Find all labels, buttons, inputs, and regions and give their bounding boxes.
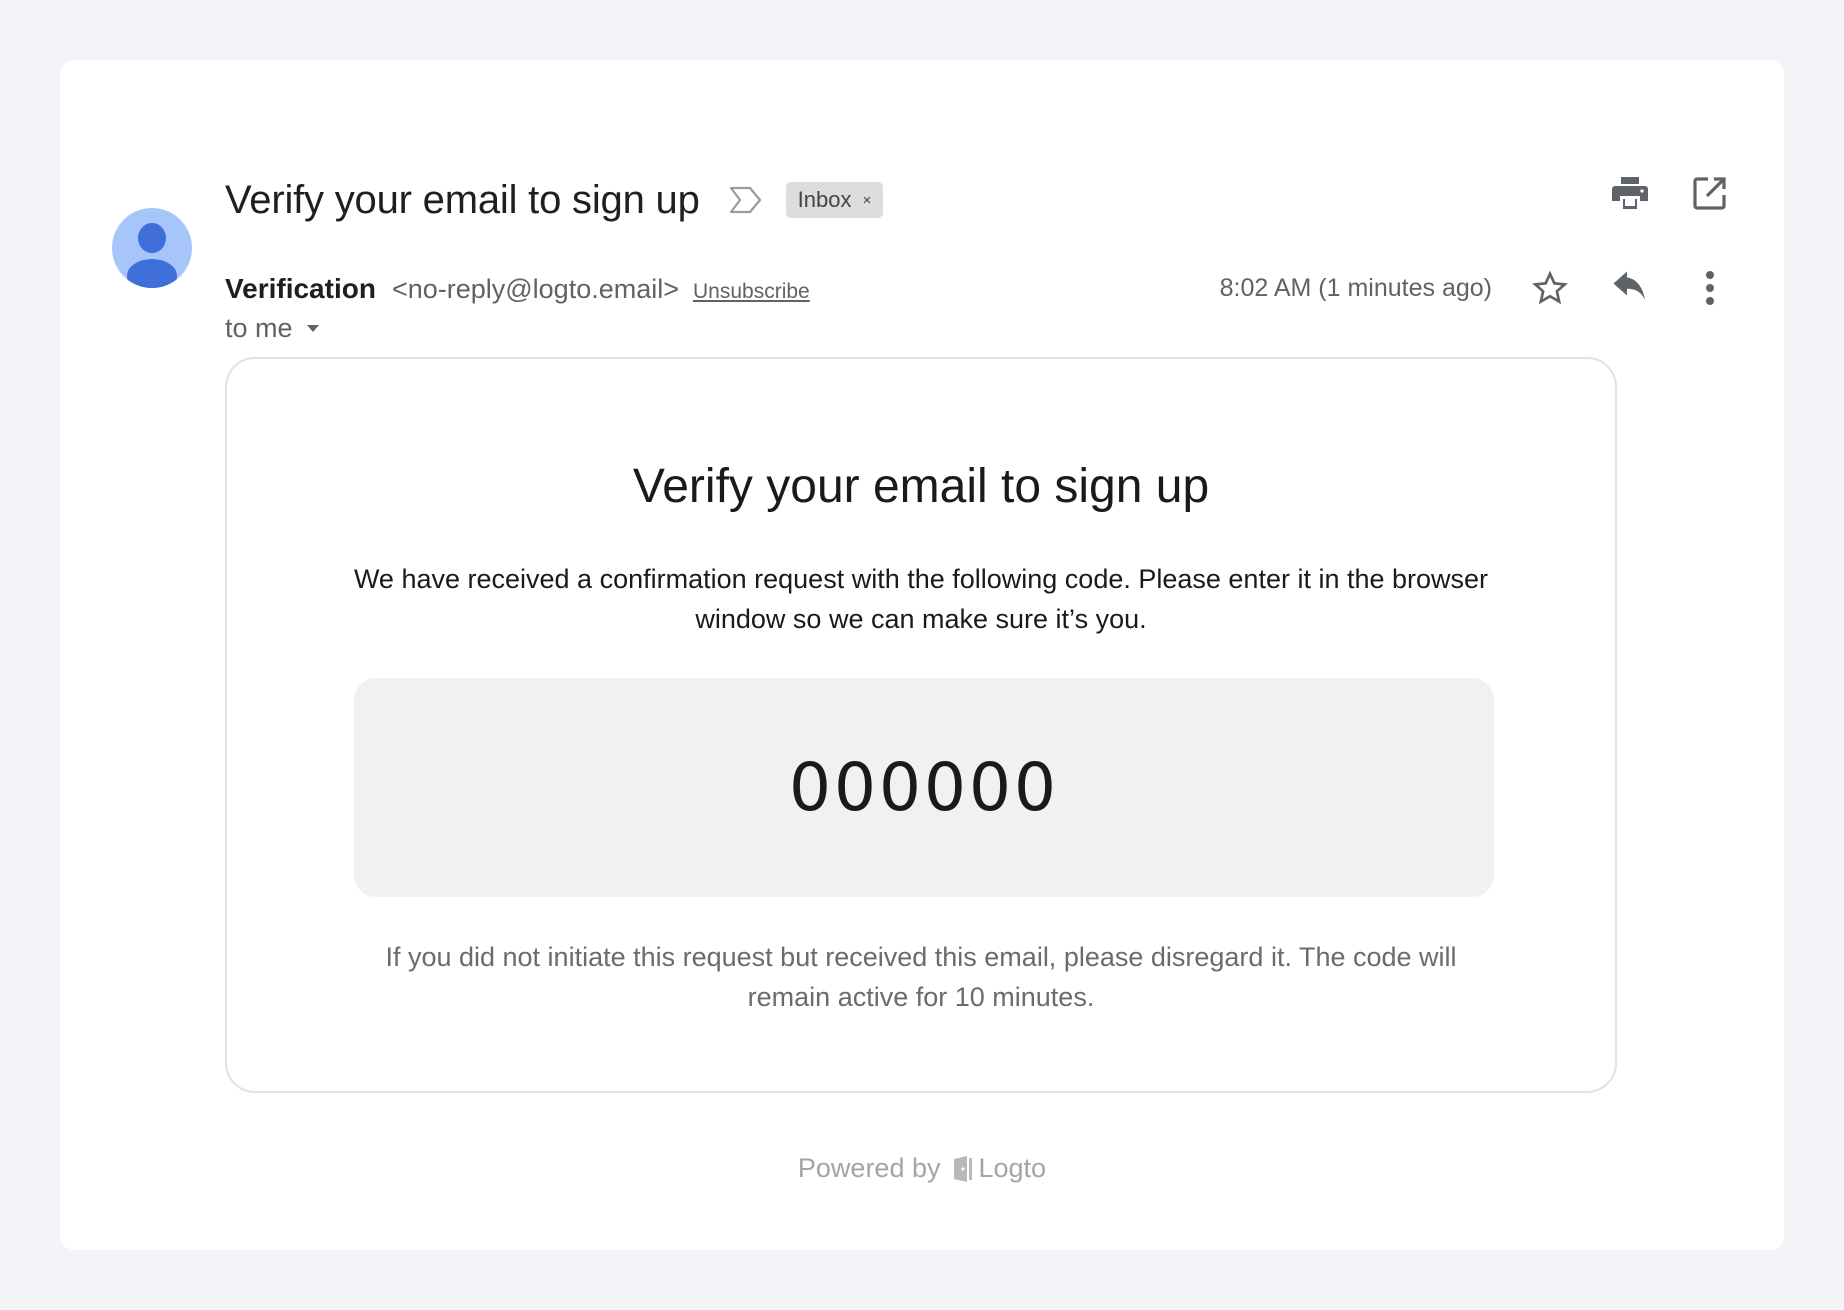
- inbox-label-chip: Inbox ×: [785, 182, 884, 218]
- chevron-down-icon: [306, 325, 319, 332]
- verification-code: 000000: [789, 749, 1059, 826]
- logto-brand[interactable]: Logto: [953, 1153, 1047, 1184]
- brand-name: Logto: [978, 1153, 1047, 1183]
- open-in-new-window-icon: [1693, 177, 1726, 210]
- timestamp: 8:02 AM (1 minutes ago): [1219, 273, 1492, 302]
- email-subject: Verify your email to sign up: [225, 177, 700, 222]
- verification-code-box: 000000: [354, 678, 1494, 897]
- sender-name: Verification: [225, 273, 376, 304]
- subject-row: Verify your email to sign up Inbox ×: [225, 168, 884, 232]
- print-icon: [1612, 177, 1648, 209]
- star-button[interactable]: [1532, 270, 1568, 306]
- top-toolbar: [1612, 175, 1728, 211]
- reply-icon: [1613, 271, 1645, 300]
- unsubscribe-link[interactable]: Unsubscribe: [693, 280, 810, 304]
- recipient-details-toggle[interactable]: to me: [225, 313, 319, 344]
- body-paragraph: We have received a confirmation request …: [353, 564, 1489, 634]
- label-text: Inbox: [797, 187, 852, 212]
- print-button[interactable]: [1612, 175, 1648, 211]
- more-options-button[interactable]: [1692, 270, 1728, 306]
- person-avatar-icon: [127, 223, 177, 288]
- email-body-card: Verify your email to sign up We have rec…: [225, 357, 1617, 1093]
- importance-marker-icon[interactable]: [728, 185, 764, 215]
- recipient-text: to me: [225, 313, 293, 343]
- reply-button[interactable]: [1612, 270, 1648, 306]
- more-vertical-icon: [1706, 271, 1714, 305]
- open-in-new-window-button[interactable]: [1692, 175, 1728, 211]
- disclaimer-text: If you did not initiate this request but…: [385, 942, 1457, 1012]
- star-icon: [1532, 270, 1568, 305]
- body-title: Verify your email to sign up: [632, 460, 1210, 513]
- sender-avatar[interactable]: [112, 208, 192, 288]
- powered-by-text: Powered by: [797, 1153, 941, 1183]
- remove-label-button[interactable]: ×: [862, 192, 871, 209]
- sender-email: <no-reply@logto.email>: [391, 274, 679, 304]
- sender-line: Verification <no-reply@logto.email> Unsu…: [225, 273, 810, 305]
- logto-logo-icon: [953, 1155, 972, 1182]
- message-meta: 8:02 AM (1 minutes ago): [1220, 270, 1728, 306]
- powered-by-footer: Powered by Logto: [60, 1153, 1784, 1184]
- message-actions: [1532, 270, 1728, 306]
- email-view: Verify your email to sign up Inbox × Ver…: [60, 60, 1784, 1250]
